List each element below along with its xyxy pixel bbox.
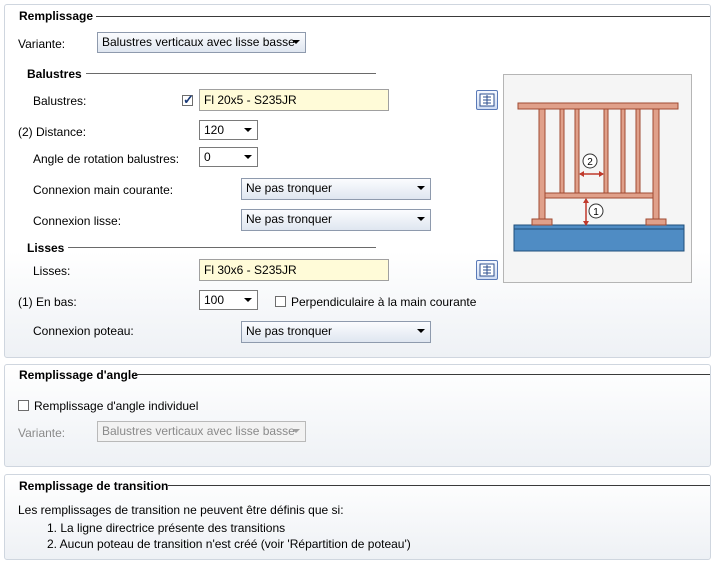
chevron-down-icon (292, 429, 300, 433)
variante-label: Variante: (18, 37, 66, 51)
en-bas-label: (1) En bas: (18, 295, 77, 309)
baluster (574, 108, 580, 194)
remplissage-title: Remplissage (19, 9, 94, 23)
connexion-main-label: Connexion main courante: (33, 183, 174, 197)
section-divider (68, 247, 376, 248)
angle-variante-select[interactable]: Balustres verticaux avec lisse basse (97, 421, 306, 442)
marker-2-text: 2 (587, 157, 593, 168)
connexion-poteau-select[interactable]: Ne pas tronquer (241, 321, 431, 343)
balustres-profile-field[interactable]: Fl 20x5 - S235JR (199, 89, 389, 111)
baluster (603, 108, 609, 194)
lisses-section-title: Lisses (27, 241, 65, 255)
bottom-rail (544, 192, 654, 199)
baluster (559, 108, 565, 194)
en-bas-value: 100 (204, 293, 225, 307)
connexion-lisse-label: Connexion lisse: (33, 214, 122, 228)
balustres-label: Balustres: (33, 94, 87, 108)
en-bas-select[interactable]: 100 (199, 290, 258, 310)
angle-rotation-select[interactable]: 0 (199, 147, 258, 167)
balustres-section-title: Balustres (27, 67, 82, 81)
baluster (635, 108, 641, 194)
section-divider (96, 16, 710, 17)
angle-variante-label: Variante: (18, 426, 66, 440)
chevron-down-icon (244, 128, 252, 132)
catalog-book-icon (479, 93, 495, 107)
balustres-checkbox[interactable] (182, 92, 194, 108)
chevron-down-icon (244, 155, 252, 159)
baluster (620, 108, 626, 194)
base-plate (645, 218, 667, 226)
variante-value: Balustres verticaux avec lisse basse (102, 35, 295, 49)
distance-label: (2) Distance: (18, 125, 87, 139)
catalog-book-icon (479, 263, 495, 277)
variante-select[interactable]: Balustres verticaux avec lisse basse (97, 32, 306, 53)
post (652, 106, 660, 220)
remplissage-angle-title: Remplissage d'angle (19, 368, 138, 382)
connexion-lisse-select[interactable]: Ne pas tronquer (241, 209, 431, 231)
marker-1-text: 1 (593, 207, 599, 218)
chevron-down-icon (417, 186, 425, 190)
chevron-down-icon (417, 329, 425, 333)
angle-rotation-label: Angle de rotation balustres: (33, 152, 180, 166)
base-plate (531, 218, 553, 226)
balustres-library-button[interactable] (476, 90, 498, 110)
angle-individuel-label: Remplissage d'angle individuel (34, 399, 199, 413)
railing-preview: 2 1 (503, 74, 692, 283)
section-divider (135, 374, 710, 375)
section-divider (168, 485, 710, 486)
remplissage-transition-title: Remplissage de transition (19, 479, 169, 493)
connexion-main-select[interactable]: Ne pas tronquer (241, 178, 431, 200)
distance-value: 120 (204, 123, 225, 137)
section-divider (86, 73, 376, 74)
transition-condition-2: 2. Aucun poteau de transition n'est créé… (47, 537, 411, 551)
lisses-library-button[interactable] (476, 260, 498, 280)
railing-diagram: 2 1 (513, 102, 685, 252)
perpendiculaire-checkbox[interactable] (275, 296, 286, 307)
transition-intro: Les remplissages de transition ne peuven… (18, 503, 344, 517)
angle-rotation-value: 0 (204, 150, 211, 164)
angle-variante-value: Balustres verticaux avec lisse basse (102, 424, 295, 438)
connexion-poteau-value: Ne pas tronquer (246, 324, 333, 338)
post (538, 106, 546, 220)
chevron-down-icon (417, 217, 425, 221)
connexion-lisse-value: Ne pas tronquer (246, 212, 333, 226)
lisses-profile-field[interactable]: Fl 30x6 - S235JR (199, 259, 389, 281)
angle-individuel-checkbox[interactable] (18, 400, 29, 411)
distance-select[interactable]: 120 (199, 120, 258, 140)
perpendiculaire-label: Perpendiculaire à la main courante (291, 295, 477, 309)
lisses-label: Lisses: (33, 264, 71, 278)
transition-condition-1: 1. La ligne directrice présente des tran… (47, 521, 286, 535)
chevron-down-icon (292, 40, 300, 44)
chevron-down-icon (244, 298, 252, 302)
connexion-poteau-label: Connexion poteau: (33, 324, 134, 338)
handrail (517, 102, 679, 110)
connexion-main-value: Ne pas tronquer (246, 181, 333, 195)
